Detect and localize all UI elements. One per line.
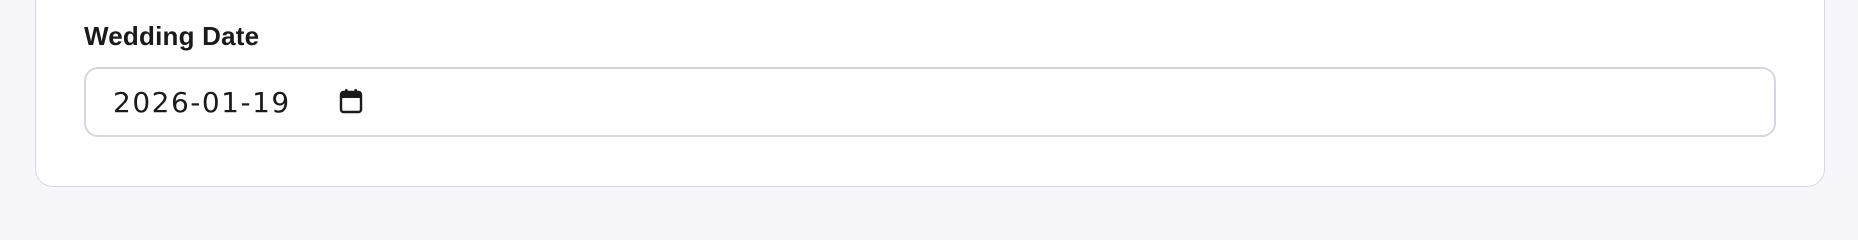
wedding-date-input[interactable]: 2026-01-19 — [84, 67, 1776, 137]
wedding-date-label: Wedding Date — [84, 21, 260, 51]
calendar-icon[interactable] — [339, 88, 363, 114]
date-value[interactable]: 2026-01-19 — [113, 86, 291, 120]
